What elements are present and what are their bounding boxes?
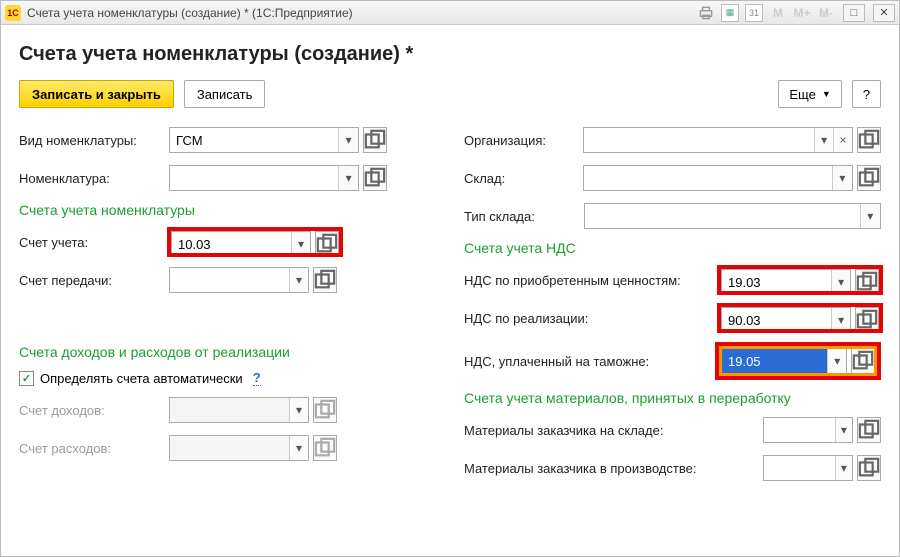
nds-priobr-input[interactable] — [722, 270, 831, 294]
section-income-title: Счета доходов и расходов от реализации — [19, 344, 436, 360]
schet-peredachi-open[interactable] — [313, 267, 337, 293]
schet-dohodov-label: Счет доходов: — [19, 403, 169, 418]
tip-sklada-input[interactable] — [585, 204, 860, 228]
mat-proizv-input[interactable] — [764, 456, 835, 480]
organizatsiya-dropdown[interactable]: ▾ — [814, 128, 833, 152]
mat-proizv-open[interactable] — [857, 455, 881, 481]
nds-realiz-label: НДС по реализации: — [464, 311, 709, 326]
autodetect-hint-icon[interactable]: ? — [253, 370, 261, 386]
nomenklatura-input[interactable] — [170, 166, 338, 190]
nomenklatura-dropdown[interactable]: ▾ — [338, 166, 358, 190]
print-icon[interactable] — [697, 4, 715, 22]
schet-dohodov-open — [313, 397, 337, 423]
organizatsiya-label: Организация: — [464, 133, 573, 148]
mat-sklad-dropdown[interactable]: ▾ — [835, 418, 852, 442]
nomenklatura-open[interactable] — [363, 165, 387, 191]
mat-proizv-dropdown[interactable]: ▾ — [835, 456, 852, 480]
organizatsiya-input[interactable] — [584, 128, 814, 152]
organizatsiya-clear[interactable]: × — [833, 128, 852, 152]
section-accounts-title: Счета учета номенклатуры — [19, 202, 436, 218]
sklad-label: Склад: — [464, 171, 573, 186]
help-button[interactable]: ? — [852, 80, 881, 108]
schet-ucheta-label: Счет учета: — [19, 235, 169, 250]
schet-dohodov-input — [170, 398, 289, 422]
nds-realiz-dropdown[interactable]: ▾ — [831, 308, 850, 332]
calendar-date-icon[interactable]: 31 — [745, 4, 763, 22]
memory-mminus-icon[interactable]: M- — [817, 4, 835, 22]
section-materials-title: Счета учета материалов, принятых в перер… — [464, 390, 881, 406]
schet-rashodov-label: Счет расходов: — [19, 441, 169, 456]
vid-nomenklatury-open[interactable] — [363, 127, 387, 153]
more-button-label: Еще — [789, 87, 815, 102]
vid-nomenklatury-label: Вид номенклатуры: — [19, 133, 169, 148]
schet-ucheta-dropdown[interactable]: ▾ — [291, 232, 310, 256]
nds-priobr-open[interactable] — [855, 269, 879, 295]
save-close-button[interactable]: Записать и закрыть — [19, 80, 174, 108]
schet-dohodov-dropdown: ▾ — [289, 398, 308, 422]
sklad-open[interactable] — [857, 165, 881, 191]
sklad-input[interactable] — [584, 166, 832, 190]
schet-peredachi-input[interactable] — [170, 268, 289, 292]
memory-mplus-icon[interactable]: M+ — [793, 4, 811, 22]
more-button[interactable]: Еще ▼ — [778, 80, 841, 108]
tip-sklada-dropdown[interactable]: ▾ — [860, 204, 880, 228]
autodetect-label: Определять счета автоматически — [40, 371, 243, 386]
nds-tamozh-input[interactable] — [722, 349, 827, 373]
nds-realiz-input[interactable] — [722, 308, 831, 332]
nomenklatura-label: Номенклатура: — [19, 171, 169, 186]
window-title: Счета учета номенклатуры (создание) * (1… — [27, 6, 353, 20]
autodetect-checkbox[interactable]: ✓ — [19, 371, 34, 386]
titlebar: 1C Счета учета номенклатуры (создание) *… — [1, 1, 899, 25]
organizatsiya-open[interactable] — [857, 127, 881, 153]
nds-priobr-dropdown[interactable]: ▾ — [831, 270, 850, 294]
schet-ucheta-input[interactable] — [172, 232, 291, 256]
schet-peredachi-label: Счет передачи: — [19, 273, 169, 288]
schet-ucheta-open[interactable] — [315, 231, 339, 257]
mat-proizv-label: Материалы заказчика в производстве: — [464, 461, 753, 476]
app-logo-icon: 1C — [5, 5, 21, 21]
vid-nomenklatury-input[interactable] — [170, 128, 338, 152]
toolbar: Записать и закрыть Записать Еще ▼ ? — [19, 80, 881, 108]
save-button[interactable]: Записать — [184, 80, 266, 108]
tip-sklada-label: Тип склада: — [464, 209, 574, 224]
schet-peredachi-dropdown[interactable]: ▾ — [289, 268, 308, 292]
vid-nomenklatury-dropdown[interactable]: ▾ — [338, 128, 358, 152]
sklad-dropdown[interactable]: ▾ — [832, 166, 852, 190]
memory-m-icon[interactable]: M — [769, 4, 787, 22]
nds-realiz-open[interactable] — [855, 307, 879, 333]
schet-rashodov-input — [170, 436, 289, 460]
nds-priobr-label: НДС по приобретенным ценностям: — [464, 273, 709, 288]
page-title: Счета учета номенклатуры (создание) * — [19, 43, 881, 66]
chevron-down-icon: ▼ — [822, 89, 831, 99]
calendar-icon[interactable]: ▦ — [721, 4, 739, 22]
mat-sklad-label: Материалы заказчика на складе: — [464, 423, 753, 438]
nds-tamozh-open[interactable] — [851, 348, 875, 374]
mat-sklad-input[interactable] — [764, 418, 835, 442]
window-maximize-button[interactable]: □ — [843, 4, 865, 22]
schet-rashodov-dropdown: ▾ — [289, 436, 308, 460]
nds-tamozh-dropdown[interactable]: ▾ — [827, 349, 846, 373]
window-close-button[interactable]: ✕ — [873, 4, 895, 22]
mat-sklad-open[interactable] — [857, 417, 881, 443]
nds-tamozh-label: НДС, уплаченный на таможне: — [464, 354, 705, 369]
schet-rashodov-open — [313, 435, 337, 461]
section-nds-title: Счета учета НДС — [464, 240, 881, 256]
